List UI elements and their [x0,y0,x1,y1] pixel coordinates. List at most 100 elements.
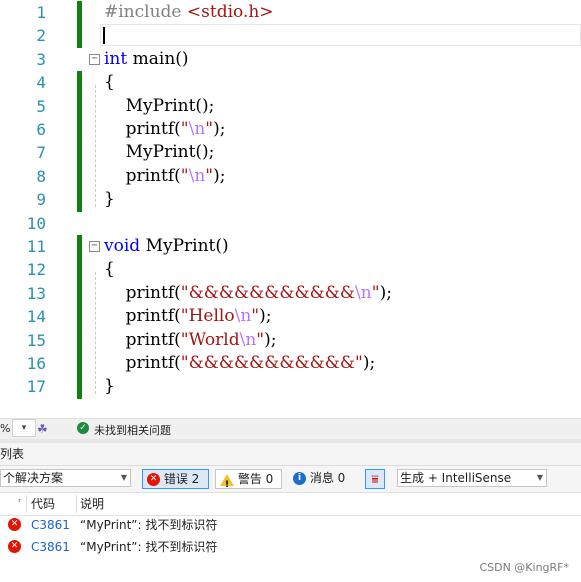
line-number: 12 [26,260,46,280]
code-text: printf("&&&&&&&&&&&\n"); [104,282,392,303]
code-line[interactable]: 2 [0,24,581,48]
error-list-title-text: 列表 [0,447,25,461]
code-line[interactable]: 12 { [0,258,581,282]
error-list-title: 列表 [0,443,581,466]
error-description: “MyPrint”: 找不到标识符 [80,540,218,554]
indent-guide [95,85,96,207]
code-line[interactable]: 13 printf("&&&&&&&&&&&\n"); [0,281,581,306]
line-number: 11 [26,237,46,256]
error-icon: ✕ [147,473,160,486]
health-icon[interactable]: ☘ [37,422,48,436]
collapse-icon[interactable]: − [89,241,100,252]
info-icon: i [293,472,306,485]
errors-filter-button[interactable]: ✕ 错误 2 [142,469,209,489]
scope-select-value: 个解决方案 [3,471,64,485]
change-marker [77,24,82,48]
line-number: 2 [36,26,46,46]
code-line[interactable]: 4{ [0,71,581,95]
messages-count: 消息 0 [309,471,346,485]
filter-icon[interactable]: ⩸ [365,469,385,489]
code-text: printf("\n"); [104,119,226,139]
code-line[interactable]: 14 printf("Hello\n"); [0,305,581,329]
code-line[interactable]: 8 printf("\n"); [0,164,581,189]
indent-guide [95,272,96,395]
code-line[interactable]: 11 − void MyPrint() [0,235,581,259]
editor-status-bar: % ▾ ☘ ✓ 未找到相关问题 [0,418,581,439]
warnings-filter-button[interactable]: ! 警告 0 [215,469,282,490]
check-icon: ✓ [77,422,89,434]
code-text: MyPrint(); [104,142,215,163]
text-caret [103,27,105,45]
zoom-level: % [0,422,11,435]
line-number: 8 [36,166,46,186]
change-marker [77,328,82,352]
code-line[interactable]: 9} [0,188,581,212]
change-marker [77,94,82,118]
change-marker [77,118,82,142]
change-marker [77,164,82,189]
code-text: { [104,72,115,93]
error-code[interactable]: C3861 [31,514,70,536]
error-row[interactable]: ✕ C3861 “MyPrint”: 找不到标识符 [0,514,581,536]
error-code[interactable]: C3861 [31,536,70,558]
line-number: 9 [36,190,46,210]
code-line[interactable]: 7 MyPrint(); [0,141,581,165]
error-list-header: ⸢ 代码 说明 [0,492,581,516]
chevron-down-icon: ▼ [536,473,543,482]
collapse-icon[interactable]: − [89,53,100,65]
line-number: 13 [26,283,46,303]
messages-filter-button[interactable]: i 消息 0 [289,469,354,489]
code-text: } [104,376,115,397]
error-row[interactable]: ✕ C3861 “MyPrint”: 找不到标识符 [0,536,581,558]
line-number: 16 [26,354,46,373]
current-line-highlight [100,24,581,47]
code-text: int main() [104,48,189,69]
line-number: 5 [36,96,46,116]
line-number: 1 [36,3,46,22]
change-marker [77,71,82,95]
code-text: printf("\n"); [104,165,226,186]
change-marker [77,375,82,399]
code-line[interactable]: 16 printf("&&&&&&&&&&&"); [0,352,581,376]
error-icon: ✕ [8,540,21,553]
code-text: void MyPrint() [104,236,229,256]
issues-status: 未找到相关问题 [94,424,171,437]
code-text: printf("Hello\n"); [104,306,272,327]
code-line[interactable]: 6 printf("\n"); [0,118,581,142]
change-marker [77,188,82,212]
change-marker [77,235,82,259]
line-number: 17 [26,377,46,397]
build-source-select[interactable]: 生成 + IntelliSense ▼ [397,469,547,487]
scope-select[interactable]: 个解决方案 ▼ [0,469,131,487]
line-number: 15 [26,330,46,350]
code-line[interactable]: 17} [0,375,581,399]
line-number: 4 [36,73,46,93]
code-line[interactable]: 5 MyPrint(); [0,94,581,118]
code-text: MyPrint(); [104,95,215,116]
column-description[interactable]: 说明 [80,493,104,515]
code-line[interactable]: 1 #include <stdio.h> [0,1,581,25]
sort-icon[interactable]: ⸢ [18,493,22,515]
error-icon: ✕ [8,518,21,531]
code-text: printf("&&&&&&&&&&&"); [104,353,376,373]
chevron-down-icon: ▼ [120,473,127,482]
change-marker [77,1,82,25]
code-line[interactable]: 10 [0,212,581,235]
code-editor[interactable]: 1 #include <stdio.h> 2 3− int main() 4{5 MyPr… [0,0,581,418]
code-text: printf("World\n"); [104,329,277,350]
zoom-dropdown[interactable]: ▾ [12,419,36,437]
change-marker [77,305,82,329]
change-marker [77,281,82,306]
change-marker [77,352,82,376]
code-line[interactable]: 3 − int main() [0,48,581,71]
code-line[interactable]: 15 printf("World\n"); [0,328,581,352]
line-number: 14 [26,307,46,327]
column-code[interactable]: 代码 [31,493,55,515]
change-marker [77,258,82,282]
line-number: 10 [26,213,46,233]
change-marker [77,141,82,165]
code-text: { [104,259,115,280]
warning-icon: ! [220,473,234,490]
build-source-value: 生成 + IntelliSense [400,471,512,485]
errors-count: 错误 2 [163,472,200,486]
